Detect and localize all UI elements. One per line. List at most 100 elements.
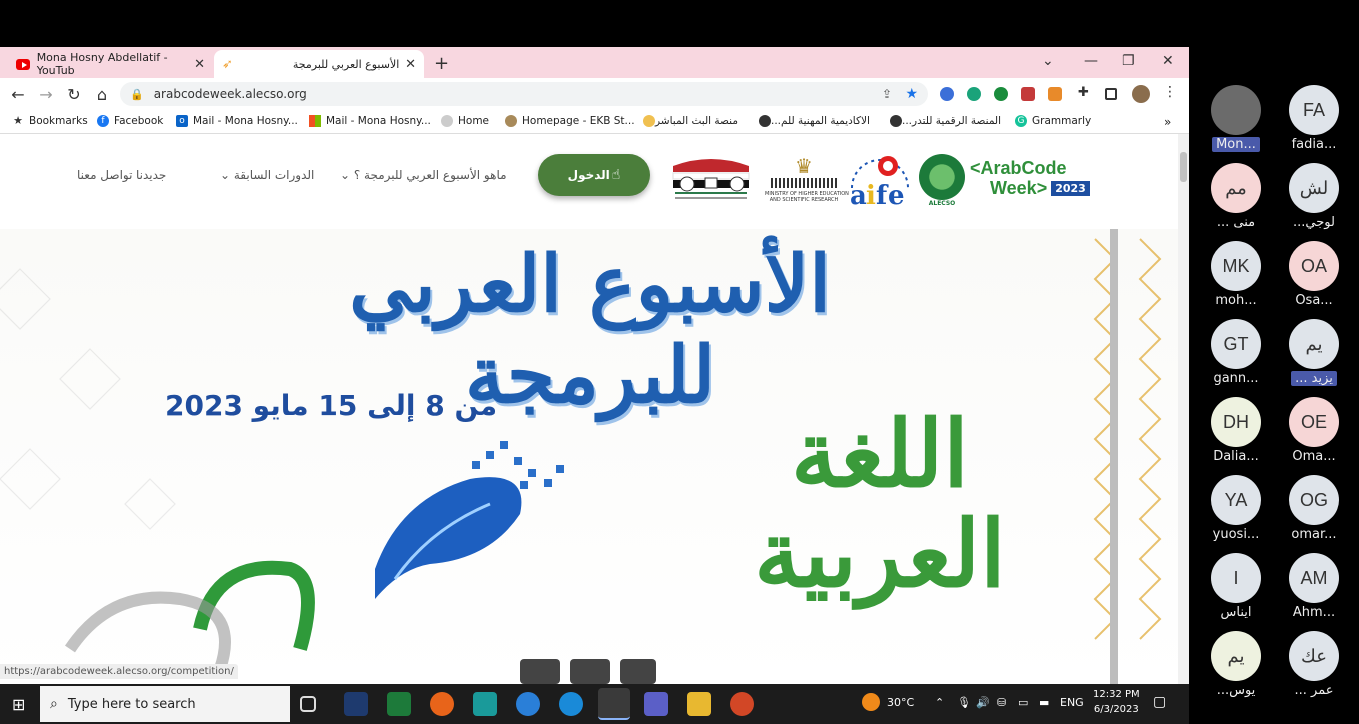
participant-tile[interactable]: DH Dalia... bbox=[1197, 397, 1275, 464]
share-icon[interactable]: ⇪ bbox=[882, 87, 892, 101]
tab-arabcodeweek[interactable]: ➶ الأسبوع العربي للبرمجة ✕ bbox=[214, 50, 424, 78]
nav-news-link[interactable]: جديدنا bbox=[136, 168, 166, 182]
powerpoint-icon[interactable] bbox=[730, 692, 754, 716]
chrome-active-icon[interactable] bbox=[598, 688, 630, 720]
language-indicator[interactable]: ENG bbox=[1060, 696, 1084, 709]
windows-taskbar: ⊞ ⌕ Type here to search 30°C ⌃ 🎙 🔊 ⛁ ▭ ▬… bbox=[0, 684, 1189, 724]
participant-avatar: DH bbox=[1211, 397, 1261, 447]
extensions-puzzle-icon[interactable]: ✚ bbox=[1078, 85, 1092, 100]
participant-tile[interactable]: OG omar... bbox=[1275, 475, 1353, 542]
participant-name: Mon... bbox=[1212, 137, 1260, 152]
clock[interactable]: 12:32 PM 6/3/2023 bbox=[1093, 687, 1140, 717]
restore-button[interactable]: ❐ bbox=[1122, 53, 1135, 69]
extension-icon[interactable] bbox=[940, 87, 954, 101]
battery-icon[interactable]: ▬ bbox=[1039, 696, 1049, 709]
arabcodeweek-logo: <ArabCode Week> 2023 bbox=[970, 158, 1095, 206]
aife-logo: a i f e bbox=[846, 150, 914, 211]
windows-start-icon[interactable]: ⊞ bbox=[12, 695, 25, 714]
display-icon[interactable]: ▭ bbox=[1018, 696, 1028, 709]
page-scrollbar[interactable] bbox=[1178, 134, 1189, 684]
back-button[interactable]: ← bbox=[4, 85, 32, 104]
nav-contact-link[interactable]: تواصل معنا bbox=[77, 168, 132, 182]
bookmark-item[interactable]: الاكاديمية المهنية للم... bbox=[754, 115, 870, 127]
bookmark-item[interactable]: المنصة الرقمية للتدر... bbox=[885, 115, 1001, 127]
scrollbar-thumb[interactable] bbox=[1180, 152, 1187, 182]
teams-icon[interactable] bbox=[644, 692, 668, 716]
status-bar-url: https://arabcodeweek.alecso.org/competit… bbox=[0, 664, 238, 679]
bookmark-item[interactable]: ★ Bookmarks bbox=[12, 115, 88, 128]
address-bar[interactable]: 🔒 arabcodeweek.alecso.org ⇪ ★ bbox=[120, 82, 928, 106]
participant-tile[interactable]: MK moh... bbox=[1197, 241, 1275, 308]
participant-tile[interactable]: OE Oma... bbox=[1275, 397, 1353, 464]
participant-tile[interactable]: AM Ahm... bbox=[1275, 553, 1353, 620]
extension-icon[interactable] bbox=[994, 87, 1008, 101]
minimize-button[interactable]: — bbox=[1084, 53, 1098, 69]
nav-past-editions-link[interactable]: ⌄ الدورات السابقة bbox=[220, 168, 314, 182]
side-panel-icon[interactable] bbox=[1105, 88, 1117, 100]
firefox-icon[interactable] bbox=[430, 692, 454, 716]
menu-kebab-icon[interactable]: ⋮ bbox=[1163, 84, 1177, 100]
cmx-app-icon[interactable] bbox=[344, 692, 368, 716]
bookmark-item[interactable]: o Mail - Mona Hosny... bbox=[176, 115, 298, 127]
participant-tile[interactable]: FA fadia... bbox=[1275, 85, 1353, 152]
temperature-text[interactable]: 30°C bbox=[887, 696, 914, 709]
notification-icon[interactable]: ▢ bbox=[1153, 694, 1166, 710]
file-explorer-icon[interactable] bbox=[687, 692, 711, 716]
chevron-up-icon[interactable]: ⌃ bbox=[935, 696, 944, 709]
reload-button[interactable]: ↻ bbox=[60, 85, 88, 104]
arduino-icon[interactable] bbox=[473, 692, 497, 716]
login-button[interactable]: الدخول ☝ bbox=[538, 154, 650, 196]
bookmark-item[interactable]: منصة البث المباشر bbox=[638, 115, 738, 127]
hero-arabic-language-calligraphy: اللغة العربية bbox=[754, 400, 1006, 608]
bookmark-item[interactable]: Home bbox=[441, 115, 489, 127]
participant-tile[interactable]: يم ...يوس bbox=[1197, 631, 1275, 698]
edge-icon[interactable] bbox=[559, 692, 583, 716]
bookmark-item[interactable]: Homepage - EKB St... bbox=[505, 115, 635, 127]
ccleaner-icon[interactable] bbox=[516, 692, 540, 716]
participant-avatar: I bbox=[1211, 553, 1261, 603]
participant-tile[interactable]: Mon... bbox=[1197, 85, 1275, 156]
home-button[interactable]: ⌂ bbox=[88, 85, 116, 104]
bookmark-item[interactable]: f Facebook bbox=[97, 115, 163, 127]
site-navbar: تواصل معنا جديدنا ⌄ الدورات السابقة ⌄ ما… bbox=[0, 134, 1178, 224]
hero-banner: الأسبوع العربي للبرمجة من 8 إلى 15 مايو … bbox=[0, 229, 1178, 684]
taskbar-search-box[interactable]: ⌕ Type here to search bbox=[40, 686, 290, 722]
profile-avatar[interactable] bbox=[1132, 85, 1150, 103]
participant-tile[interactable]: عك ... عمر bbox=[1275, 631, 1353, 698]
task-view-icon[interactable] bbox=[300, 696, 316, 712]
aife-logo-graphic: a i f e bbox=[850, 156, 909, 211]
close-tab-icon[interactable]: ✕ bbox=[194, 57, 205, 72]
close-window-button[interactable]: ✕ bbox=[1162, 53, 1174, 69]
participant-tile[interactable]: I ايناس bbox=[1197, 553, 1275, 620]
tab-search-icon[interactable]: ⌄ bbox=[1042, 53, 1054, 69]
weather-sun-icon[interactable] bbox=[862, 693, 880, 711]
excel-icon[interactable] bbox=[387, 692, 411, 716]
bookmark-star-icon[interactable]: ★ bbox=[905, 86, 918, 102]
lock-icon[interactable]: 🔒 bbox=[130, 88, 144, 101]
participant-name: yuosi... bbox=[1212, 527, 1260, 542]
grammarly-extension-icon[interactable] bbox=[967, 87, 981, 101]
forward-button[interactable]: → bbox=[32, 85, 60, 104]
more-bookmarks-button[interactable]: » bbox=[1164, 115, 1171, 129]
metamask-extension-icon[interactable] bbox=[1048, 87, 1062, 101]
new-tab-button[interactable]: + bbox=[434, 53, 449, 74]
hero-date: من 8 إلى 15 مايو 2023 bbox=[165, 389, 498, 422]
ublock-extension-icon[interactable] bbox=[1021, 87, 1035, 101]
participant-tile[interactable]: لش ...لوجي bbox=[1275, 163, 1353, 230]
ekb-icon bbox=[505, 115, 517, 127]
participant-tile[interactable]: YA yuosi... bbox=[1197, 475, 1275, 542]
close-tab-icon[interactable]: ✕ bbox=[405, 57, 416, 72]
grammarly-icon: G bbox=[1015, 115, 1027, 127]
nav-about-link[interactable]: ⌄ ماهو الأسبوع العربي للبرمجة ؟ bbox=[340, 168, 507, 182]
participant-tile[interactable]: يم ... يزيد bbox=[1275, 319, 1353, 390]
speaker-icon[interactable]: 🔊 bbox=[976, 696, 990, 709]
bookmark-item[interactable]: G Grammarly bbox=[1015, 115, 1091, 127]
participant-tile[interactable]: GT gann... bbox=[1197, 319, 1275, 386]
tab-youtube[interactable]: Mona Hosny Abdellatif - YouTub ✕ bbox=[8, 50, 213, 78]
participant-tile[interactable]: OA Osa... bbox=[1275, 241, 1353, 308]
natcom-logo-graphic bbox=[672, 159, 750, 199]
bookmark-item[interactable]: Mail - Mona Hosny... bbox=[309, 115, 431, 127]
network-icon[interactable]: ⛁ bbox=[997, 696, 1006, 709]
microphone-icon[interactable]: 🎙 bbox=[957, 696, 971, 709]
participant-tile[interactable]: مم ... منى bbox=[1197, 163, 1275, 230]
